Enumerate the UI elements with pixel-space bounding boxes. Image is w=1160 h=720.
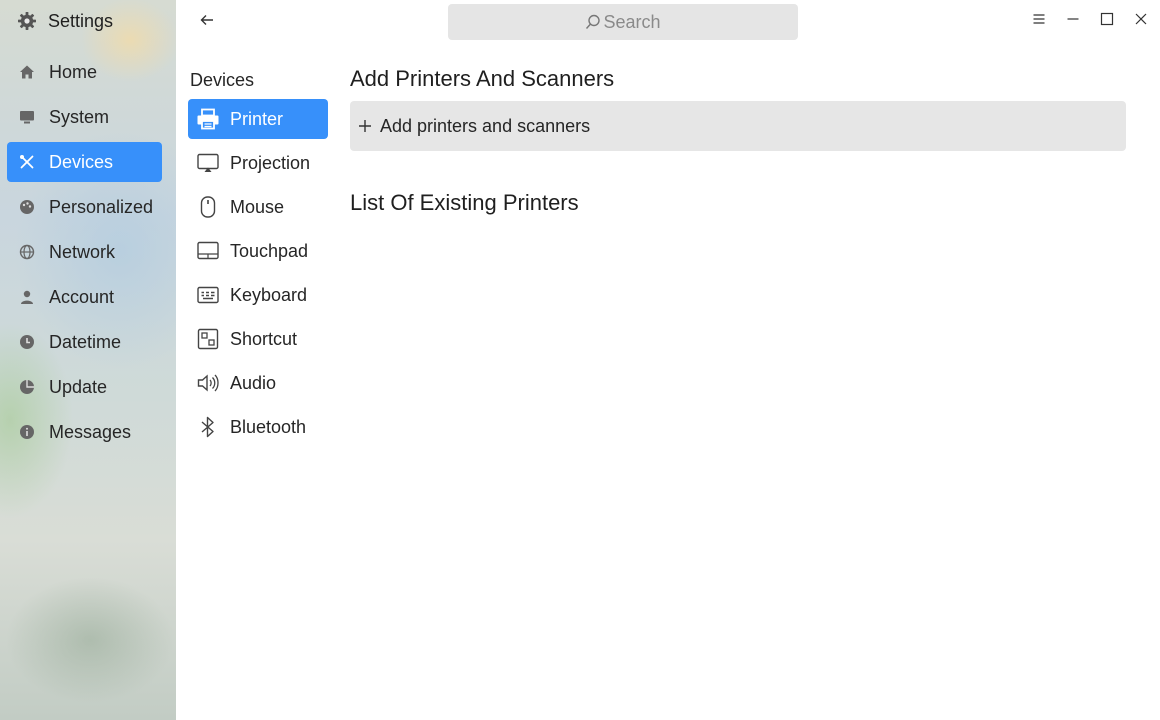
minimize-button[interactable] [1062,10,1084,32]
sidebar-item-label: Messages [49,421,132,442]
keyboard-icon [196,283,220,307]
shortcut-icon [196,327,220,351]
arrow-left-icon [199,12,215,33]
subnav-item-label: Printer [230,108,284,129]
info-icon [19,424,35,440]
subnav-item-projection[interactable]: Projection [188,143,328,183]
palette-icon [19,199,35,215]
subnav-item-shortcut[interactable]: Shortcut [188,319,328,359]
globe-icon [19,244,35,260]
add-printers-label: Add printers and scanners [380,115,591,136]
subnav-item-printer[interactable]: Printer [188,99,328,139]
add-printers-button[interactable]: Add printers and scanners [350,101,1126,151]
subnav-item-bluetooth[interactable]: Bluetooth [188,407,328,447]
sidebar-item-account[interactable]: Account [7,277,162,317]
search-placeholder: Search [603,11,661,32]
app-title-label: Settings [48,10,114,31]
back-button[interactable] [196,11,218,33]
subnav-item-label: Keyboard [230,284,308,305]
sidebar-item-home[interactable]: Home [7,52,162,92]
bluetooth-icon [196,415,220,439]
sidebar-item-label: Network [49,241,116,262]
subnav-item-label: Mouse [230,196,285,217]
subnav-item-label: Touchpad [230,240,309,261]
subnav-item-label: Shortcut [230,328,298,349]
sidebar-item-network[interactable]: Network [7,232,162,272]
user-icon [19,289,35,305]
minimize-icon [1066,12,1080,31]
sidebar-item-label: Update [49,376,108,397]
sidebar-item-label: Account [49,286,115,307]
touchpad-icon [196,239,220,263]
update-icon [19,379,35,395]
mouse-icon [196,195,220,219]
subnav-item-label: Projection [230,152,311,173]
monitor-icon [19,109,35,125]
sidebar-item-label: Devices [49,151,114,172]
close-icon [1134,12,1148,31]
search-icon [585,14,601,30]
plus-icon [358,119,372,133]
search-input[interactable]: Search [448,4,798,40]
sidebar-item-label: Home [49,61,98,82]
sidebar-item-datetime[interactable]: Datetime [7,322,162,362]
tools-icon [19,154,35,170]
sidebar-item-system[interactable]: System [7,97,162,137]
subnav-item-touchpad[interactable]: Touchpad [188,231,328,271]
close-button[interactable] [1130,10,1152,32]
add-printers-heading: Add Printers And Scanners [350,66,615,91]
printer-icon [196,107,220,131]
app-title: Settings [16,9,113,33]
subnav-item-mouse[interactable]: Mouse [188,187,328,227]
subnav-item-audio[interactable]: Audio [188,363,328,403]
maximize-button[interactable] [1096,10,1118,32]
sidebar-nav: Home System Devices Personalized Network… [7,52,162,457]
sidebar-item-update[interactable]: Update [7,367,162,407]
sidebar: Settings Home System Devices Personalize… [0,0,176,720]
window-controls [1028,10,1152,32]
sidebar-item-label: Datetime [49,331,122,352]
sidebar-item-messages[interactable]: Messages [7,412,162,452]
subnav-item-keyboard[interactable]: Keyboard [188,275,328,315]
sidebar-item-personalized[interactable]: Personalized [7,187,162,227]
home-icon [19,64,35,80]
sidebar-item-devices[interactable]: Devices [7,142,162,182]
projection-icon [196,151,220,175]
subnav-title: Devices [190,70,255,90]
subnav-item-label: Audio [230,372,277,393]
sidebar-item-label: Personalized [49,196,154,217]
subnav: Printer Projection Mouse Touchpad Keyboa… [188,99,328,451]
clock-icon [19,334,35,350]
existing-printers-heading: List Of Existing Printers [350,190,579,215]
gear-icon [16,10,38,32]
menu-icon [1032,12,1046,31]
maximize-icon [1100,12,1114,31]
subnav-item-label: Bluetooth [230,416,307,437]
speaker-icon [196,371,220,395]
menu-button[interactable] [1028,10,1050,32]
sidebar-item-label: System [49,106,110,127]
